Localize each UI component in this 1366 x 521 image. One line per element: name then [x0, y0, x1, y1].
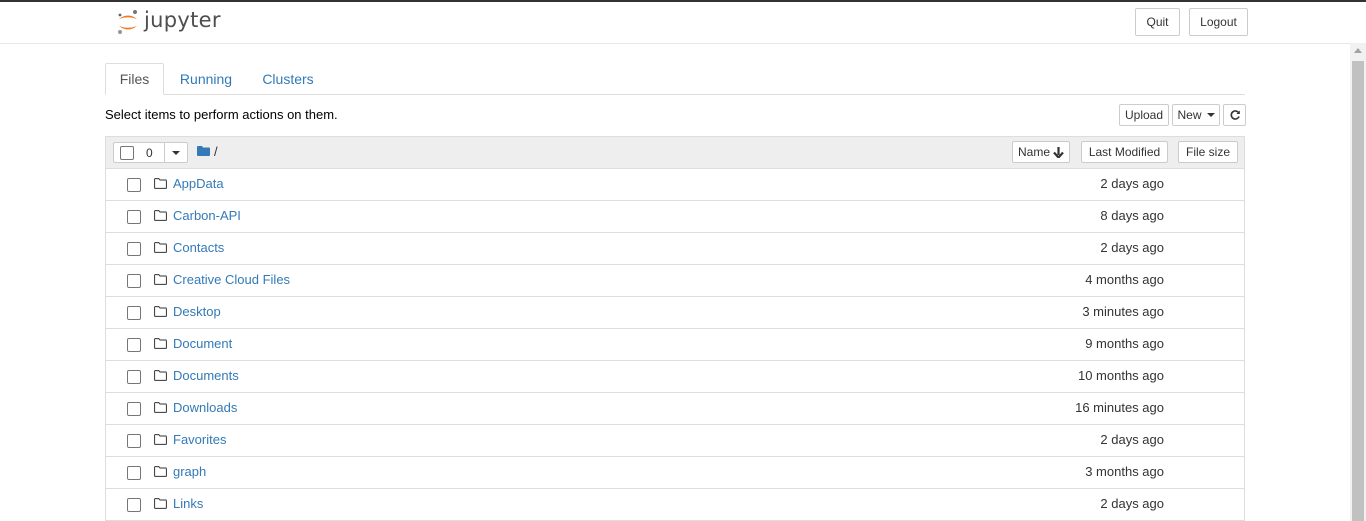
- item-name-link[interactable]: Favorites: [173, 432, 226, 447]
- list-item[interactable]: Desktop 3 minutes ago: [106, 297, 1244, 329]
- row-checkbox[interactable]: [127, 242, 141, 256]
- row-checkbox[interactable]: [127, 466, 141, 480]
- file-list: 0 / Name Last Modified File size AppData…: [105, 136, 1245, 521]
- list-item[interactable]: graph 3 months ago: [106, 457, 1244, 489]
- selection-instructions: Select items to perform actions on them.: [105, 107, 338, 122]
- item-last-modified: 2 days ago: [1100, 496, 1164, 511]
- tab-bar: Files Running Clusters: [105, 63, 1245, 95]
- list-item[interactable]: Documents 10 months ago: [106, 361, 1244, 393]
- item-last-modified: 8 days ago: [1100, 208, 1164, 223]
- item-name-link[interactable]: graph: [173, 464, 206, 479]
- refresh-icon: [1230, 110, 1240, 120]
- list-item[interactable]: Document 9 months ago: [106, 329, 1244, 361]
- row-checkbox[interactable]: [127, 370, 141, 384]
- select-divider: [164, 143, 165, 162]
- tab-clusters[interactable]: Clusters: [253, 63, 323, 94]
- item-name-link[interactable]: Links: [173, 496, 203, 511]
- scroll-up-arrow-icon[interactable]: [1354, 48, 1362, 53]
- row-checkbox[interactable]: [127, 178, 141, 192]
- item-last-modified: 16 minutes ago: [1075, 400, 1164, 415]
- name-sort-label: Name: [1017, 145, 1050, 159]
- scroll-thumb[interactable]: [1352, 61, 1364, 521]
- item-last-modified: 3 months ago: [1085, 464, 1164, 479]
- folder-icon: [154, 274, 167, 285]
- row-checkbox[interactable]: [127, 306, 141, 320]
- quit-button[interactable]: Quit: [1135, 8, 1180, 36]
- item-last-modified: 4 months ago: [1085, 272, 1164, 287]
- row-checkbox[interactable]: [127, 210, 141, 224]
- page-scrollbar[interactable]: [1350, 43, 1366, 521]
- row-checkbox[interactable]: [127, 402, 141, 416]
- caret-down-icon: [1206, 113, 1215, 117]
- folder-icon: [154, 306, 167, 317]
- row-checkbox[interactable]: [127, 274, 141, 288]
- folder-icon: [154, 370, 167, 381]
- folder-icon: [154, 178, 167, 189]
- folder-icon: [154, 210, 167, 221]
- new-dropdown-button[interactable]: New: [1172, 104, 1220, 126]
- row-checkbox[interactable]: [127, 434, 141, 448]
- list-item[interactable]: Favorites 2 days ago: [106, 425, 1244, 457]
- breadcrumb-root[interactable]: /: [214, 144, 218, 159]
- file-rows: AppData 2 days ago Carbon-API 8 days ago Con…: [106, 169, 1244, 521]
- upload-button[interactable]: Upload: [1119, 104, 1169, 126]
- item-last-modified: 2 days ago: [1100, 176, 1164, 191]
- row-checkbox[interactable]: [127, 498, 141, 512]
- selected-count: 0: [146, 146, 153, 160]
- item-name-link[interactable]: Desktop: [173, 304, 221, 319]
- jupyter-logo[interactable]: jupyter: [116, 7, 221, 37]
- tab-running[interactable]: Running: [171, 63, 241, 94]
- item-name-link[interactable]: Downloads: [173, 400, 237, 415]
- item-name-link[interactable]: Creative Cloud Files: [173, 272, 290, 287]
- logout-button[interactable]: Logout: [1189, 8, 1248, 36]
- item-name-link[interactable]: Documents: [173, 368, 239, 383]
- top-header: jupyter Quit Logout: [0, 2, 1350, 44]
- list-item[interactable]: Contacts 2 days ago: [106, 233, 1244, 265]
- folder-icon: [154, 242, 167, 253]
- select-menu-caret-icon[interactable]: [172, 151, 180, 155]
- logo-text: jupyter: [144, 8, 221, 32]
- list-item[interactable]: AppData 2 days ago: [106, 169, 1244, 201]
- item-last-modified: 2 days ago: [1100, 240, 1164, 255]
- item-last-modified: 2 days ago: [1100, 432, 1164, 447]
- item-last-modified: 10 months ago: [1077, 368, 1164, 383]
- select-all-checkbox[interactable]: [120, 146, 134, 160]
- list-item[interactable]: Links 2 days ago: [106, 489, 1244, 521]
- item-name-link[interactable]: AppData: [173, 176, 224, 191]
- list-item[interactable]: Downloads 16 minutes ago: [106, 393, 1244, 425]
- folder-icon: [154, 402, 167, 413]
- file-list-header: 0 / Name Last Modified File size: [106, 137, 1244, 169]
- arrow-down-icon: [1053, 146, 1064, 158]
- item-name-link[interactable]: Document: [173, 336, 232, 351]
- jupyter-logo-icon: [118, 10, 137, 34]
- folder-icon: [154, 338, 167, 349]
- folder-icon: [154, 434, 167, 445]
- row-checkbox[interactable]: [127, 338, 141, 352]
- sort-by-last-modified-button[interactable]: Last Modified: [1081, 141, 1168, 163]
- item-last-modified: 3 minutes ago: [1082, 304, 1164, 319]
- item-name-link[interactable]: Contacts: [173, 240, 224, 255]
- folder-icon: [154, 498, 167, 509]
- select-all-group[interactable]: 0: [113, 142, 188, 163]
- sort-by-name-button[interactable]: Name: [1012, 141, 1070, 163]
- list-item[interactable]: Carbon-API 8 days ago: [106, 201, 1244, 233]
- breadcrumb-folder-icon[interactable]: [197, 146, 210, 156]
- refresh-button[interactable]: [1223, 104, 1246, 126]
- item-last-modified: 9 months ago: [1085, 336, 1164, 351]
- new-label: New: [1177, 108, 1202, 122]
- list-item[interactable]: Creative Cloud Files 4 months ago: [106, 265, 1244, 297]
- sort-by-file-size-button[interactable]: File size: [1178, 141, 1238, 163]
- folder-icon: [154, 466, 167, 477]
- tab-files[interactable]: Files: [105, 63, 164, 95]
- item-name-link[interactable]: Carbon-API: [173, 208, 241, 223]
